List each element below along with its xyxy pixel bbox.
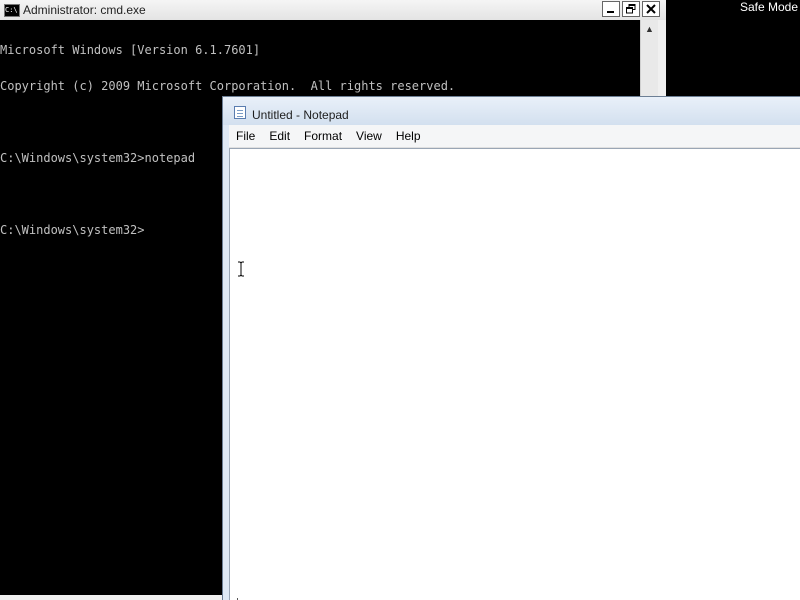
cmd-line: Microsoft Windows [Version 6.1.7601] bbox=[0, 43, 261, 57]
notepad-window: Untitled - Notepad File Edit Format View… bbox=[222, 96, 800, 600]
close-icon bbox=[646, 4, 656, 14]
restore-button[interactable] bbox=[622, 1, 640, 17]
minimize-icon bbox=[607, 11, 614, 13]
notepad-menubar: File Edit Format View Help bbox=[229, 125, 800, 148]
menu-help[interactable]: Help bbox=[389, 126, 428, 146]
ibeam-cursor-icon bbox=[238, 261, 244, 277]
menu-edit[interactable]: Edit bbox=[262, 126, 297, 146]
menu-file[interactable]: File bbox=[229, 126, 262, 146]
cmd-titlebar[interactable]: C:\ Administrator: cmd.exe bbox=[0, 0, 666, 21]
safe-mode-label: Safe Mode bbox=[739, 0, 798, 14]
desktop: Safe Mode C:\ Administrator: cmd.exe Mic… bbox=[0, 0, 800, 600]
notepad-titlebar[interactable]: Untitled - Notepad bbox=[223, 97, 800, 125]
menu-format[interactable]: Format bbox=[297, 126, 349, 146]
cmd-app-icon[interactable]: C:\ bbox=[4, 4, 20, 17]
menu-view[interactable]: View bbox=[349, 126, 389, 146]
notepad-app-icon[interactable] bbox=[234, 106, 246, 119]
cmd-line: Copyright (c) 2009 Microsoft Corporation… bbox=[0, 79, 456, 93]
cmd-window-title: Administrator: cmd.exe bbox=[23, 3, 146, 17]
restore-icon bbox=[626, 4, 636, 14]
minimize-button[interactable] bbox=[602, 1, 620, 17]
cmd-window-controls bbox=[602, 1, 660, 17]
notepad-text-area[interactable] bbox=[229, 148, 800, 600]
close-button[interactable] bbox=[642, 1, 660, 17]
notepad-window-title: Untitled - Notepad bbox=[252, 108, 349, 122]
scroll-up-arrow-icon[interactable]: ▲ bbox=[642, 22, 657, 37]
